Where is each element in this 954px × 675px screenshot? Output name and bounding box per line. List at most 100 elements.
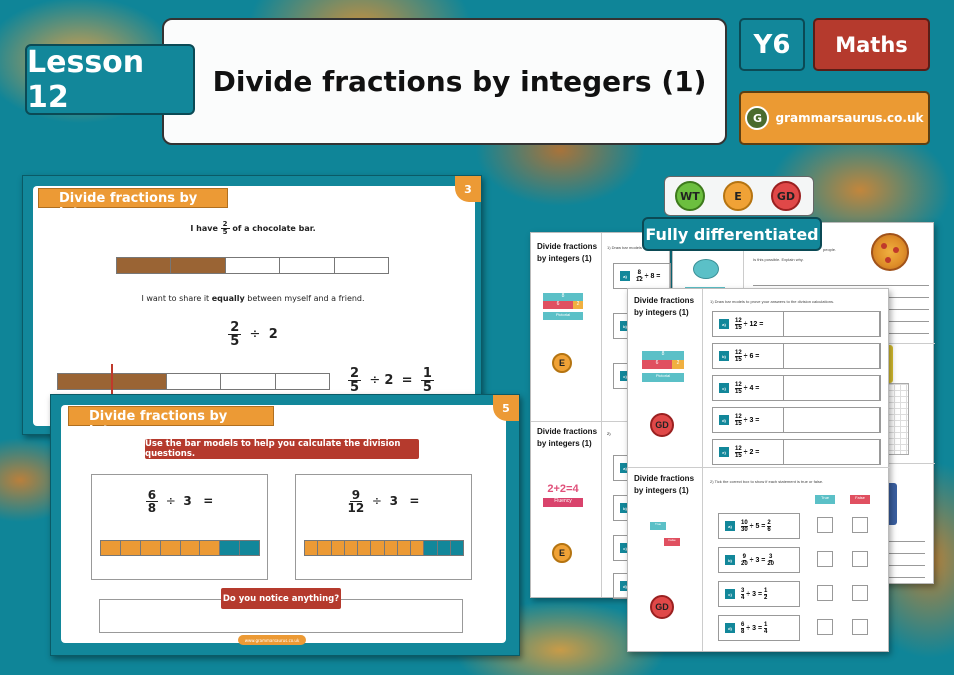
subject-badge: Maths: [813, 18, 930, 71]
false-checkbox[interactable]: [852, 619, 868, 635]
worksheet-instruction: 2) Tick the correct box to show if each …: [710, 479, 824, 484]
question-box-1: 68 ÷ 3 =: [91, 474, 268, 580]
true-false-row: b) 9 20 ÷ 3 = 3 20: [718, 547, 800, 573]
slide-5-heading: Divide fractions by integers: [68, 406, 274, 439]
worksheet-title: Divide fractions by integers (1): [634, 296, 695, 317]
worksheet-front: Divide fractions by integers (1) 1) Draw…: [627, 288, 890, 652]
calculation-row: d) 12 15 ÷ 3 =: [712, 407, 881, 433]
bar-segment: [171, 258, 226, 273]
false-column-header: False: [850, 495, 870, 504]
back-question-row: a) 8 12 ÷ 8 =: [613, 263, 671, 289]
bar-model-part: 6: [543, 301, 573, 309]
split-marker: [111, 364, 113, 394]
bar-model-whole: 8: [642, 351, 684, 360]
year-label: Y6: [753, 29, 791, 60]
bar-segment: [344, 541, 358, 555]
true-false-icon: True False: [650, 522, 680, 546]
row-label: a): [719, 319, 729, 329]
grammarsaurus-logo-icon: G: [745, 106, 770, 130]
worksheet-title: Divide fractions by integers (1): [537, 427, 598, 448]
worksheet-title: Divide fractions by integers (1): [537, 242, 598, 263]
false-checkbox[interactable]: [852, 517, 868, 533]
bar-segment: [450, 541, 463, 555]
slide-3-number: 3: [455, 176, 481, 202]
question-1-expression: 68 ÷ 3 =: [145, 488, 214, 515]
calculation-row: b) 12 15 ÷ 6 =: [712, 343, 881, 369]
pictorial-label: Pictorial: [642, 373, 684, 382]
true-false-row: a) 10 30 ÷ 5 = 26: [718, 513, 800, 539]
bar-model-part: 2: [672, 360, 684, 369]
answer-box[interactable]: [783, 375, 881, 401]
bar-segment: [117, 258, 172, 273]
bar-segment: [112, 374, 167, 389]
bar-model-part: 2: [573, 301, 583, 309]
e-badge-icon: E: [723, 181, 753, 211]
notice-banner: Do you notice anything?: [221, 588, 341, 609]
lesson-title-box: Divide fractions by integers (1): [162, 18, 727, 145]
row-label: d): [725, 623, 735, 633]
shared-bar-model: [57, 373, 330, 390]
brand-url: grammarsaurus.co.uk: [775, 111, 924, 125]
bar-segment: [120, 541, 141, 555]
bar-segment: [280, 258, 335, 273]
slide-3-equation: 25 ÷ 2 = 15: [348, 366, 434, 395]
slide-5-footer: www.grammarsaurus.co.uk: [238, 635, 306, 645]
expected-badge-icon: E: [552, 543, 572, 563]
gd-badge-icon: GD: [771, 181, 801, 211]
instruction-banner: Use the bar models to help you calculate…: [145, 439, 419, 459]
calculation-row: a) 12 15 ÷ 12 =: [712, 311, 881, 337]
bar-segment: [437, 541, 451, 555]
year-badge: Y6: [739, 18, 805, 71]
bar-model-part: 6: [642, 360, 672, 369]
bar-segment: [331, 541, 345, 555]
fully-differentiated-label: Fully differentiated: [642, 217, 822, 251]
true-checkbox[interactable]: [817, 551, 833, 567]
bar-segment: [200, 541, 221, 555]
answer-box[interactable]: [783, 407, 881, 433]
row-label: b): [725, 555, 735, 565]
true-checkbox[interactable]: [817, 585, 833, 601]
pictorial-label: Pictorial: [543, 312, 583, 320]
bar-segment: [220, 541, 241, 555]
slide-3-heading: Divide fractions by integers: [38, 188, 228, 221]
differentiation-badges: WT E GD: [664, 176, 814, 216]
slide-5-number: 5: [493, 395, 519, 421]
answer-box[interactable]: [783, 439, 881, 465]
pizza-icon: [871, 233, 909, 271]
bar-segment: [318, 541, 332, 555]
fluency-icon: 2+2=4: [547, 483, 579, 495]
expected-badge-icon: E: [552, 353, 572, 373]
bar-segment: [240, 541, 259, 555]
false-checkbox[interactable]: [852, 551, 868, 567]
bar-segment: [424, 541, 438, 555]
row-label: c): [719, 383, 729, 393]
divider: [601, 233, 602, 597]
bar-segment: [411, 541, 425, 555]
speech-bubble-icon: [693, 259, 719, 279]
true-checkbox[interactable]: [817, 517, 833, 533]
row-label: a): [725, 521, 735, 531]
row-label: d): [719, 415, 729, 425]
bar-segment: [275, 374, 330, 389]
bar-segment: [140, 541, 161, 555]
lesson-number-badge: Lesson 12: [25, 44, 195, 115]
bar-segment: [180, 541, 201, 555]
brand-badge[interactable]: G grammarsaurus.co.uk: [739, 91, 930, 145]
true-column-header: True: [815, 495, 835, 504]
fluency-label: Fluency: [543, 498, 583, 507]
reasoning-text: people.: [823, 247, 837, 252]
bar-segment: [160, 541, 181, 555]
question-2-expression: 9 12 ÷ 3 =: [347, 488, 420, 515]
true-false-row: d) 6 8 ÷ 3 = 14: [718, 615, 800, 641]
bar-segment: [225, 258, 281, 273]
bar-segment: [358, 541, 372, 555]
false-checkbox[interactable]: [852, 585, 868, 601]
slide-3-share-text: I want to share it equally between mysel…: [141, 294, 365, 303]
divider: [702, 289, 703, 651]
row-label: e): [719, 447, 729, 457]
true-checkbox[interactable]: [817, 619, 833, 635]
answer-box[interactable]: [783, 311, 881, 337]
answer-box[interactable]: [783, 343, 881, 369]
calculation-row: e) 12 15 ÷ 2 =: [712, 439, 881, 465]
bar-segment: [334, 258, 389, 273]
